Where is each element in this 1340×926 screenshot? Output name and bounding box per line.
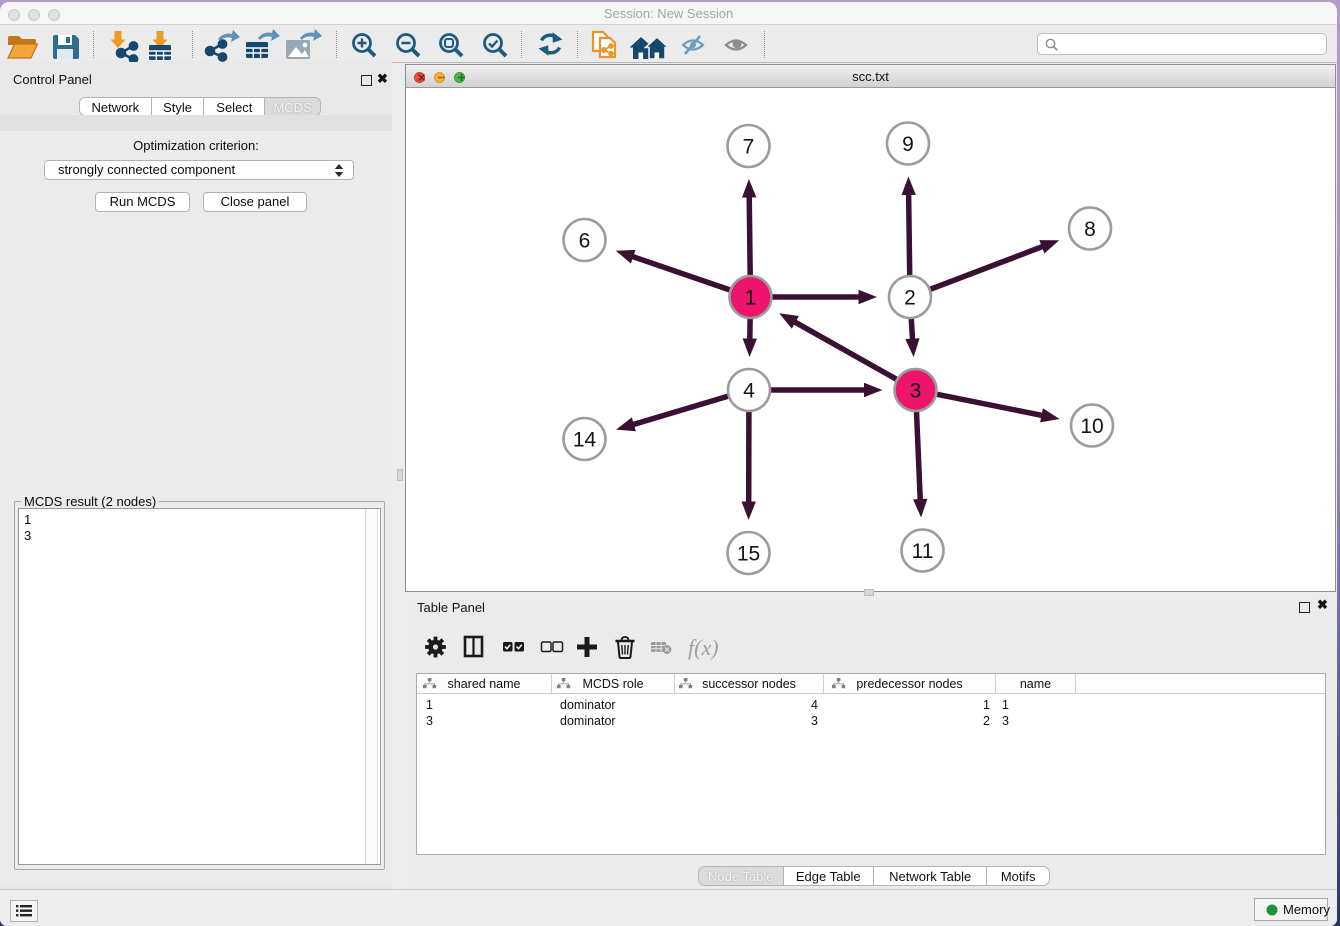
svg-text:7: 7 <box>743 136 755 159</box>
svg-text:8: 8 <box>1084 218 1096 241</box>
svg-text:11: 11 <box>912 540 934 563</box>
svg-text:3: 3 <box>910 380 922 403</box>
svg-text:2: 2 <box>904 287 916 310</box>
svg-text:14: 14 <box>573 429 597 452</box>
svg-text:6: 6 <box>579 230 591 253</box>
svg-text:15: 15 <box>737 543 760 566</box>
svg-text:f(x): f(x) <box>688 635 719 660</box>
svg-text:1: 1 <box>745 287 757 310</box>
svg-text:4: 4 <box>743 380 755 403</box>
svg-text:10: 10 <box>1080 415 1103 438</box>
svg-text:9: 9 <box>902 133 914 156</box>
